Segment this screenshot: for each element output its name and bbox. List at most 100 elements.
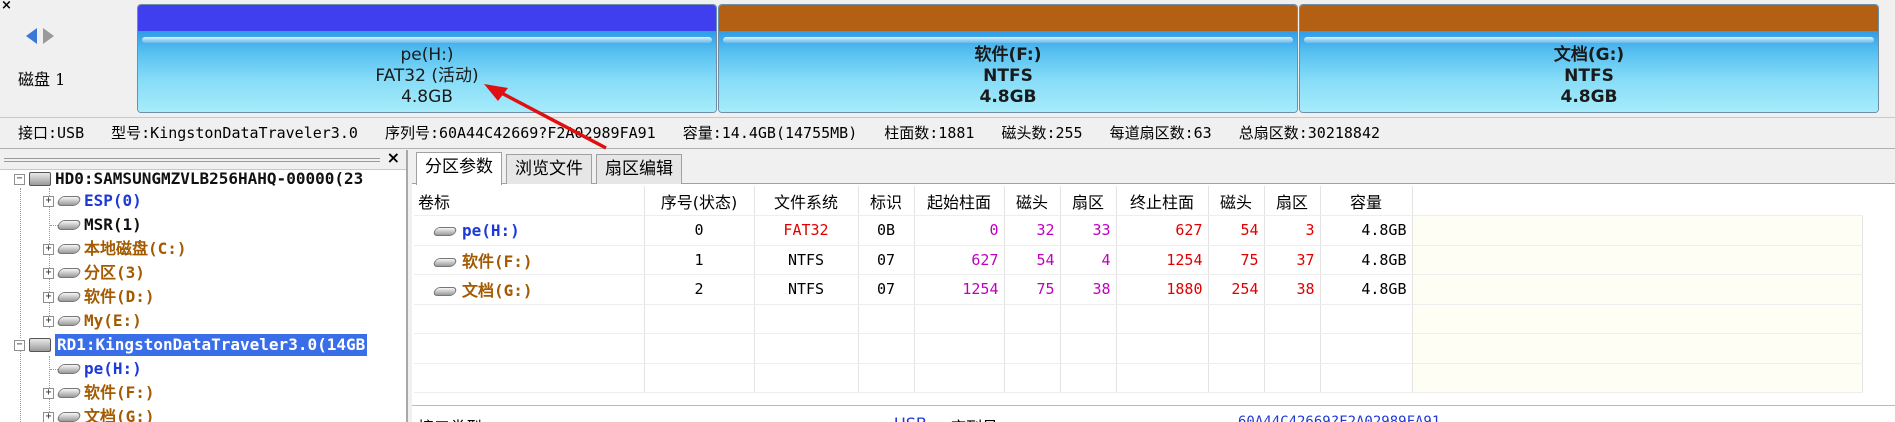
collapse-toggle[interactable]: −: [14, 173, 25, 185]
row-index: 0: [644, 215, 755, 246]
disk-nav: [26, 28, 54, 44]
volume-icon: [432, 287, 458, 297]
tree-disk-hd0[interactable]: − HD0:SAMSUNGMZVLB256HAHQ-00000(23: [14, 168, 363, 190]
disk-map-panel: × 磁盘 1 pe(H:) FAT32 (活动) 4.8GB 软件(F:) NT…: [0, 0, 1895, 117]
expand-toggle[interactable]: +: [43, 291, 54, 303]
partition-size: 4.8GB: [979, 87, 1037, 107]
disk-capacity: 容量:14.4GB(14755MB): [682, 124, 858, 142]
expand-toggle[interactable]: +: [43, 387, 54, 399]
disk-total-sectors: 总扇区数:30218842: [1238, 124, 1381, 142]
row-end-cyl: 1254: [1116, 245, 1209, 275]
tree-volume-3[interactable]: + 分区(3): [43, 262, 145, 284]
expand-toggle[interactable]: +: [43, 411, 54, 422]
table-row[interactable]: 软件(F:) 1 NTFS 07 627 54 4 1254 75 37 4.8…: [414, 245, 1863, 275]
col-start-head[interactable]: 磁头: [1004, 186, 1061, 216]
row-size: 4.8GB: [1320, 215, 1413, 246]
row-end-cyl: 1880: [1116, 274, 1209, 305]
row-size: 4.8GB: [1320, 274, 1413, 305]
interface-type-value: USB: [894, 414, 927, 422]
col-index-status[interactable]: 序号(状态): [644, 186, 755, 216]
close-icon[interactable]: ×: [1, 0, 12, 13]
row-start-cyl: 1254: [914, 274, 1005, 305]
col-volume[interactable]: 卷标: [414, 186, 645, 216]
col-filesystem[interactable]: 文件系统: [754, 186, 859, 216]
row-index: 2: [644, 274, 755, 305]
tree-disk-rd1[interactable]: − RD1:KingstonDataTraveler3.0(14GB: [14, 334, 368, 356]
expand-toggle[interactable]: +: [43, 195, 54, 207]
tab-browse-files[interactable]: 浏览文件: [506, 154, 592, 184]
row-end-sec: 38: [1264, 274, 1321, 305]
row-index: 1: [644, 245, 755, 275]
volume-icon: [432, 257, 458, 267]
row-start-head: 32: [1004, 215, 1061, 246]
col-end-head[interactable]: 磁头: [1208, 186, 1265, 216]
expand-toggle[interactable]: +: [43, 315, 54, 327]
tree-volume-esp[interactable]: + ESP(0): [43, 190, 142, 212]
table-row-empty: [414, 363, 1863, 393]
col-end-cylinder[interactable]: 终止柱面: [1116, 186, 1209, 216]
partition-block-documents[interactable]: 文档(G:) NTFS 4.8GB: [1299, 4, 1879, 113]
disk-icon: [29, 338, 51, 352]
partition-fs: FAT32 (活动): [375, 66, 479, 86]
row-size: 4.8GB: [1320, 245, 1413, 275]
row-end-sec: 3: [1264, 215, 1321, 246]
disk-cylinders: 柱面数:1881: [884, 124, 975, 142]
tree-disk-label-selected: RD1:KingstonDataTraveler3.0(14GB: [55, 334, 368, 356]
disk-detail-strip: 接口类型 USB 序列号 60A44C42669?F2A02989FA91: [412, 405, 1895, 422]
row-volume: 文档(G:): [462, 281, 533, 301]
tree-volume-e[interactable]: + My(E:): [43, 310, 142, 332]
partition-cap: [1300, 5, 1878, 31]
expand-toggle[interactable]: +: [43, 243, 54, 255]
col-end-sector[interactable]: 扇区: [1264, 186, 1321, 216]
col-start-cylinder[interactable]: 起始柱面: [914, 186, 1005, 216]
col-id[interactable]: 标识: [858, 186, 915, 216]
partition-name: pe(H:): [400, 45, 454, 65]
row-fs: NTFS: [754, 274, 859, 305]
row-end-head: 54: [1208, 215, 1265, 246]
row-start-sec: 4: [1060, 245, 1117, 275]
table-row[interactable]: pe(H:) 0 FAT32 0B 0 32 33 627 54 3 4.8GB: [414, 215, 1863, 246]
volume-icon: [56, 220, 82, 230]
tree-volume-label: My(E:): [84, 311, 142, 330]
tab-partition-params[interactable]: 分区参数: [416, 152, 502, 185]
details-panel: 分区参数 浏览文件 扇区编辑 卷标 序号(状态) 文件系统 标识 起始柱面 磁头…: [412, 150, 1895, 422]
partition-size: 4.8GB: [401, 87, 453, 107]
panel-grip[interactable]: [4, 158, 380, 162]
table-row[interactable]: 文档(G:) 2 NTFS 07 1254 75 38 1880 254 38 …: [414, 274, 1863, 305]
row-end-head: 75: [1208, 245, 1265, 275]
tree-volume-c[interactable]: + 本地磁盘(C:): [43, 238, 187, 260]
tree-volume-label: 软件(D:): [84, 287, 155, 306]
tab-bar: 分区参数 浏览文件 扇区编辑: [412, 150, 1895, 185]
tree-volume-h[interactable]: pe(H:): [50, 358, 142, 380]
tree-volume-g[interactable]: + 文档(G:): [43, 406, 155, 422]
row-id: 0B: [858, 215, 915, 246]
row-fs: FAT32: [754, 215, 859, 246]
expand-toggle[interactable]: +: [43, 267, 54, 279]
partition-block-pe[interactable]: pe(H:) FAT32 (活动) 4.8GB: [137, 4, 717, 113]
tree-volume-label: MSR(1): [84, 215, 142, 234]
back-arrow-icon[interactable]: [26, 28, 37, 44]
volume-icon: [56, 196, 82, 206]
serial-value: 60A44C42669?F2A02989FA91: [1238, 414, 1441, 422]
collapse-toggle[interactable]: −: [14, 339, 25, 351]
tree-volume-msr[interactable]: MSR(1): [50, 214, 142, 236]
forward-arrow-icon[interactable]: [43, 28, 54, 44]
disk-heads: 磁头数:255: [1001, 124, 1083, 142]
table-row-empty: [414, 333, 1863, 364]
disk-icon: [29, 172, 51, 186]
tree-volume-label: pe(H:): [84, 359, 142, 378]
tree-volume-f[interactable]: + 软件(F:): [43, 382, 155, 404]
disk-model: 型号:KingstonDataTraveler3.0: [111, 124, 358, 142]
volume-icon: [56, 268, 82, 278]
row-id: 07: [858, 245, 915, 275]
col-capacity[interactable]: 容量: [1320, 186, 1413, 216]
partition-fs: NTFS: [1564, 66, 1614, 86]
partition-table: 卷标 序号(状态) 文件系统 标识 起始柱面 磁头 扇区 终止柱面 磁头 扇区 …: [414, 186, 1863, 393]
disk-sectors-per-track: 每道扇区数:63: [1109, 124, 1212, 142]
partition-size: 4.8GB: [1560, 87, 1618, 107]
partition-block-software[interactable]: 软件(F:) NTFS 4.8GB: [718, 4, 1298, 113]
col-start-sector[interactable]: 扇区: [1060, 186, 1117, 216]
close-icon[interactable]: ×: [387, 148, 400, 167]
tree-volume-d[interactable]: + 软件(D:): [43, 286, 155, 308]
tab-sector-editor[interactable]: 扇区编辑: [596, 154, 682, 184]
